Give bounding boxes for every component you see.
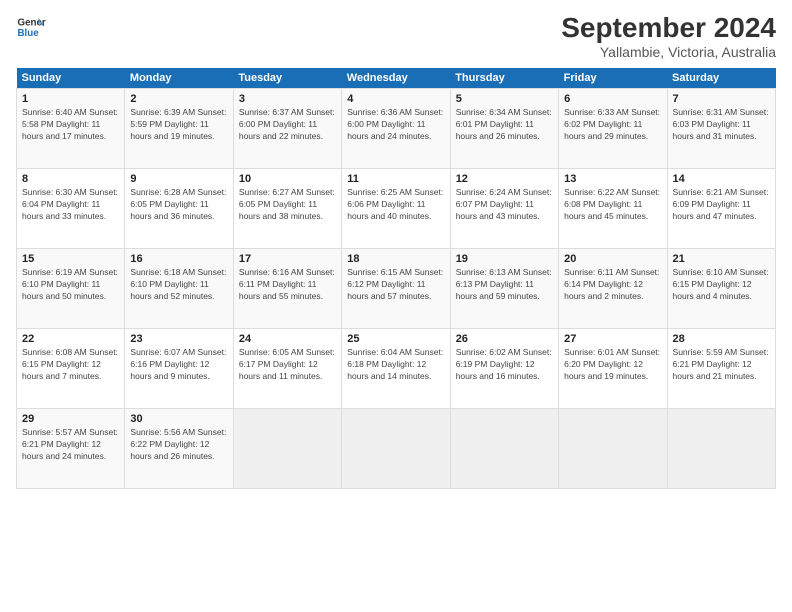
logo: General Blue xyxy=(16,12,46,42)
table-row: 22Sunrise: 6:08 AM Sunset: 6:15 PM Dayli… xyxy=(17,329,125,409)
main-title: September 2024 xyxy=(561,12,776,44)
header-saturday: Saturday xyxy=(667,68,775,89)
header-monday: Monday xyxy=(125,68,233,89)
table-row: 9Sunrise: 6:28 AM Sunset: 6:05 PM Daylig… xyxy=(125,169,233,249)
header-thursday: Thursday xyxy=(450,68,558,89)
logo-icon: General Blue xyxy=(16,12,46,42)
table-row: 11Sunrise: 6:25 AM Sunset: 6:06 PM Dayli… xyxy=(342,169,450,249)
table-row: 28Sunrise: 5:59 AM Sunset: 6:21 PM Dayli… xyxy=(667,329,775,409)
table-row: 15Sunrise: 6:19 AM Sunset: 6:10 PM Dayli… xyxy=(17,249,125,329)
table-row xyxy=(450,409,558,489)
table-row: 12Sunrise: 6:24 AM Sunset: 6:07 PM Dayli… xyxy=(450,169,558,249)
table-row xyxy=(559,409,667,489)
title-area: September 2024 Yallambie, Victoria, Aust… xyxy=(561,12,776,60)
table-row: 21Sunrise: 6:10 AM Sunset: 6:15 PM Dayli… xyxy=(667,249,775,329)
table-row: 18Sunrise: 6:15 AM Sunset: 6:12 PM Dayli… xyxy=(342,249,450,329)
svg-text:Blue: Blue xyxy=(18,28,40,39)
table-row: 29Sunrise: 5:57 AM Sunset: 6:21 PM Dayli… xyxy=(17,409,125,489)
header: General Blue September 2024 Yallambie, V… xyxy=(16,12,776,60)
header-friday: Friday xyxy=(559,68,667,89)
calendar-page: General Blue September 2024 Yallambie, V… xyxy=(0,0,792,612)
header-wednesday: Wednesday xyxy=(342,68,450,89)
table-row: 14Sunrise: 6:21 AM Sunset: 6:09 PM Dayli… xyxy=(667,169,775,249)
table-row: 7Sunrise: 6:31 AM Sunset: 6:03 PM Daylig… xyxy=(667,89,775,169)
table-row: 16Sunrise: 6:18 AM Sunset: 6:10 PM Dayli… xyxy=(125,249,233,329)
table-row: 24Sunrise: 6:05 AM Sunset: 6:17 PM Dayli… xyxy=(233,329,341,409)
header-sunday: Sunday xyxy=(17,68,125,89)
table-row xyxy=(342,409,450,489)
table-row: 13Sunrise: 6:22 AM Sunset: 6:08 PM Dayli… xyxy=(559,169,667,249)
table-row xyxy=(667,409,775,489)
table-row: 20Sunrise: 6:11 AM Sunset: 6:14 PM Dayli… xyxy=(559,249,667,329)
table-row xyxy=(233,409,341,489)
table-row: 4Sunrise: 6:36 AM Sunset: 6:00 PM Daylig… xyxy=(342,89,450,169)
calendar-table: Sunday Monday Tuesday Wednesday Thursday… xyxy=(16,68,776,489)
table-row: 23Sunrise: 6:07 AM Sunset: 6:16 PM Dayli… xyxy=(125,329,233,409)
table-row: 1Sunrise: 6:40 AM Sunset: 5:58 PM Daylig… xyxy=(17,89,125,169)
table-row: 3Sunrise: 6:37 AM Sunset: 6:00 PM Daylig… xyxy=(233,89,341,169)
subtitle: Yallambie, Victoria, Australia xyxy=(561,44,776,60)
table-row: 25Sunrise: 6:04 AM Sunset: 6:18 PM Dayli… xyxy=(342,329,450,409)
table-row: 26Sunrise: 6:02 AM Sunset: 6:19 PM Dayli… xyxy=(450,329,558,409)
table-row: 5Sunrise: 6:34 AM Sunset: 6:01 PM Daylig… xyxy=(450,89,558,169)
table-row: 19Sunrise: 6:13 AM Sunset: 6:13 PM Dayli… xyxy=(450,249,558,329)
header-tuesday: Tuesday xyxy=(233,68,341,89)
table-row: 8Sunrise: 6:30 AM Sunset: 6:04 PM Daylig… xyxy=(17,169,125,249)
table-row: 10Sunrise: 6:27 AM Sunset: 6:05 PM Dayli… xyxy=(233,169,341,249)
table-row: 30Sunrise: 5:56 AM Sunset: 6:22 PM Dayli… xyxy=(125,409,233,489)
table-row: 2Sunrise: 6:39 AM Sunset: 5:59 PM Daylig… xyxy=(125,89,233,169)
table-row: 17Sunrise: 6:16 AM Sunset: 6:11 PM Dayli… xyxy=(233,249,341,329)
table-row: 27Sunrise: 6:01 AM Sunset: 6:20 PM Dayli… xyxy=(559,329,667,409)
table-row: 6Sunrise: 6:33 AM Sunset: 6:02 PM Daylig… xyxy=(559,89,667,169)
header-row: Sunday Monday Tuesday Wednesday Thursday… xyxy=(17,68,776,89)
